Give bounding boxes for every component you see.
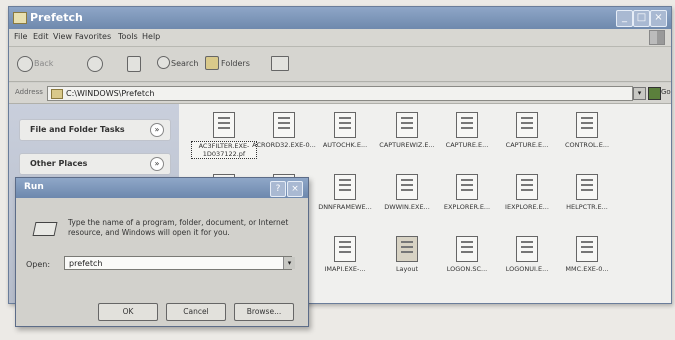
- folders-icon: [205, 56, 219, 70]
- document-icon: [456, 112, 478, 138]
- file-name: AC3FILTER.EXE-1D037122.pf: [191, 141, 257, 159]
- file-name: IMAPI.EXE-...: [324, 265, 366, 273]
- close-button[interactable]: ×: [287, 181, 303, 197]
- back-button[interactable]: Back: [34, 59, 53, 68]
- back-arrow-icon[interactable]: [17, 56, 33, 72]
- folder-icon: [13, 12, 27, 24]
- file-name: CONTROL.E...: [564, 141, 610, 149]
- file-name: MMC.EXE-0...: [565, 265, 609, 273]
- help-button[interactable]: ?: [270, 181, 286, 197]
- search-button[interactable]: Search: [171, 59, 198, 68]
- windows-logo-icon: [649, 30, 665, 45]
- folder-icon: [51, 88, 63, 99]
- address-input[interactable]: C:\WINDOWS\Prefetch: [47, 86, 633, 101]
- close-button[interactable]: ×: [650, 10, 667, 27]
- file-item[interactable]: CONTROL.E...: [552, 112, 622, 164]
- menu-tools[interactable]: Tools: [118, 32, 138, 41]
- address-value: C:\WINDOWS\Prefetch: [66, 89, 155, 98]
- run-description: Type the name of a program, folder, docu…: [68, 218, 289, 237]
- menu-bar: File Edit View Favorites Tools Help: [9, 29, 671, 47]
- run-titlebar[interactable]: Run ? ×: [16, 178, 308, 198]
- file-folder-tasks-panel[interactable]: File and Folder Tasks »: [19, 119, 171, 141]
- document-icon: [396, 174, 418, 200]
- go-button[interactable]: Go: [661, 88, 671, 96]
- file-item[interactable]: AUTOCHK.E...: [310, 112, 380, 164]
- chevron-down-icon[interactable]: »: [150, 157, 164, 171]
- document-icon: [273, 112, 295, 138]
- document-icon: [576, 112, 598, 138]
- window-title: Prefetch: [30, 11, 83, 24]
- file-item[interactable]: ACRORD32.EXE-0...: [249, 112, 319, 164]
- address-label: Address: [15, 88, 43, 96]
- task-label: File and Folder Tasks: [30, 125, 125, 134]
- file-name: DNNFRAMEWE...: [318, 203, 372, 211]
- go-arrow-icon[interactable]: [648, 87, 661, 100]
- document-icon: [456, 174, 478, 200]
- explorer-titlebar[interactable]: Prefetch _ □ ×: [9, 7, 671, 29]
- open-dropdown-button[interactable]: ▾: [283, 257, 295, 269]
- file-item[interactable]: MMC.EXE-0...: [552, 236, 622, 288]
- open-label: Open:: [26, 260, 51, 269]
- address-dropdown-button[interactable]: ▾: [633, 87, 646, 100]
- file-name: ACRORD32.EXE-0...: [252, 141, 316, 149]
- maximize-button[interactable]: □: [633, 10, 650, 27]
- address-bar: Address C:\WINDOWS\Prefetch ▾ Go: [9, 83, 671, 104]
- run-icon: [32, 222, 58, 236]
- document-icon: [576, 236, 598, 262]
- file-item[interactable]: HELPCTR.E...: [552, 174, 622, 226]
- file-name: HELPCTR.E...: [566, 203, 608, 211]
- document-icon: [456, 236, 478, 262]
- file-item[interactable]: DNNFRAMEWE...: [310, 174, 380, 226]
- menu-file[interactable]: File: [14, 32, 27, 41]
- cancel-button[interactable]: Cancel: [166, 303, 226, 321]
- file-item[interactable]: IMAPI.EXE-...: [310, 236, 380, 288]
- toolbar: Back Search Folders: [9, 47, 671, 82]
- chevron-down-icon[interactable]: »: [150, 123, 164, 137]
- forward-arrow-icon[interactable]: [87, 56, 103, 72]
- menu-view[interactable]: View: [53, 32, 72, 41]
- document-icon: [396, 112, 418, 138]
- document-icon: [516, 174, 538, 200]
- document-icon: [213, 112, 235, 138]
- document-icon: [516, 236, 538, 262]
- ok-button[interactable]: OK: [98, 303, 158, 321]
- menu-edit[interactable]: Edit: [33, 32, 49, 41]
- layout-icon: [396, 236, 418, 262]
- browse-button[interactable]: Browse...: [234, 303, 294, 321]
- run-title: Run: [24, 182, 44, 192]
- document-icon: [334, 174, 356, 200]
- document-icon: [334, 236, 356, 262]
- folders-button[interactable]: Folders: [221, 59, 250, 68]
- task-label: Other Places: [30, 159, 88, 168]
- up-folder-icon[interactable]: [127, 56, 141, 72]
- document-icon: [516, 112, 538, 138]
- other-places-panel[interactable]: Other Places »: [19, 153, 171, 175]
- views-icon[interactable]: [271, 56, 289, 71]
- run-dialog: Run ? × Type the name of a program, fold…: [15, 177, 309, 327]
- document-icon: [334, 112, 356, 138]
- search-icon: [157, 56, 170, 69]
- file-name: AUTOCHK.E...: [322, 141, 368, 149]
- open-input[interactable]: prefetch: [64, 256, 292, 270]
- minimize-button[interactable]: _: [616, 10, 633, 27]
- menu-help[interactable]: Help: [142, 32, 160, 41]
- menu-favorites[interactable]: Favorites: [75, 32, 111, 41]
- document-icon: [576, 174, 598, 200]
